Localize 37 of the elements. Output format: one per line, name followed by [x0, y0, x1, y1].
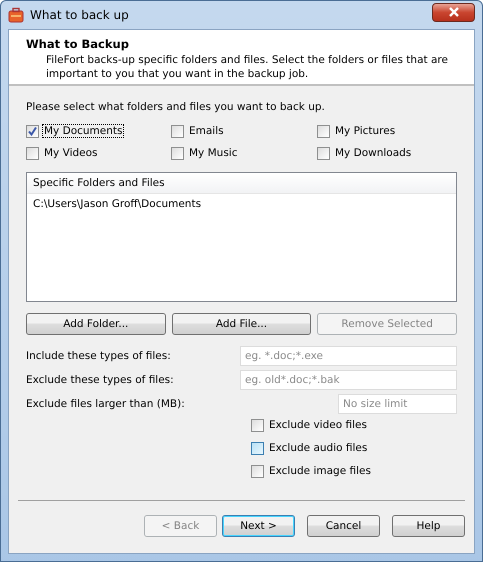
- checkbox-label[interactable]: My Documents: [42, 124, 124, 138]
- field-label: Include these types of files:: [26, 350, 171, 362]
- wizard-button[interactable]: Next >: [222, 515, 295, 537]
- close-icon: [448, 7, 460, 17]
- list-button[interactable]: Add File...: [172, 313, 312, 335]
- checkbox-label[interactable]: My Videos: [42, 146, 100, 160]
- checkbox[interactable]: [171, 124, 184, 138]
- checkbox[interactable]: [251, 442, 264, 454]
- field-label: Exclude files larger than (MB):: [26, 398, 185, 410]
- input-field[interactable]: eg. *.doc;*.exe: [240, 346, 457, 366]
- checkbox-label[interactable]: My Pictures: [333, 124, 398, 138]
- checkbox[interactable]: [317, 124, 330, 138]
- list-button[interactable]: Add Folder...: [26, 313, 166, 335]
- checkbox[interactable]: [251, 464, 264, 478]
- input-field[interactable]: No size limit: [338, 394, 457, 414]
- field-label: Exclude these types of files:: [26, 374, 174, 386]
- checkbox-label[interactable]: Emails: [187, 124, 226, 138]
- input-field[interactable]: eg. old*.doc;*.bak: [240, 370, 457, 390]
- wizard-button[interactable]: Help: [392, 515, 465, 537]
- checkbox-label[interactable]: Exclude audio files: [267, 441, 370, 455]
- checkbox[interactable]: [26, 124, 39, 138]
- checkbox[interactable]: [171, 146, 184, 160]
- briefcase-icon: [8, 7, 24, 23]
- checkbox[interactable]: [251, 418, 264, 432]
- close-button[interactable]: [432, 2, 475, 22]
- checkbox-label[interactable]: My Music: [187, 146, 240, 160]
- header-title: What to Backup: [26, 37, 130, 51]
- checkbox-label[interactable]: Exclude image files: [267, 464, 373, 478]
- list-item[interactable]: C:\Users\Jason Groff\Documents: [27, 194, 456, 214]
- window-title: What to back up: [30, 8, 129, 22]
- wizard-button[interactable]: Cancel: [307, 515, 380, 537]
- checkbox[interactable]: [26, 146, 39, 160]
- checkbox-label[interactable]: My Downloads: [333, 146, 414, 160]
- instruction-text: Please select what folders and files you want to back up.: [26, 101, 326, 113]
- checkbox-label[interactable]: Exclude video files: [267, 418, 369, 432]
- checkbox[interactable]: [317, 146, 330, 160]
- header-description: FileFort backs-up specific folders and files. Select the folders or files that are important to you that you want in the backup job.: [45, 53, 449, 81]
